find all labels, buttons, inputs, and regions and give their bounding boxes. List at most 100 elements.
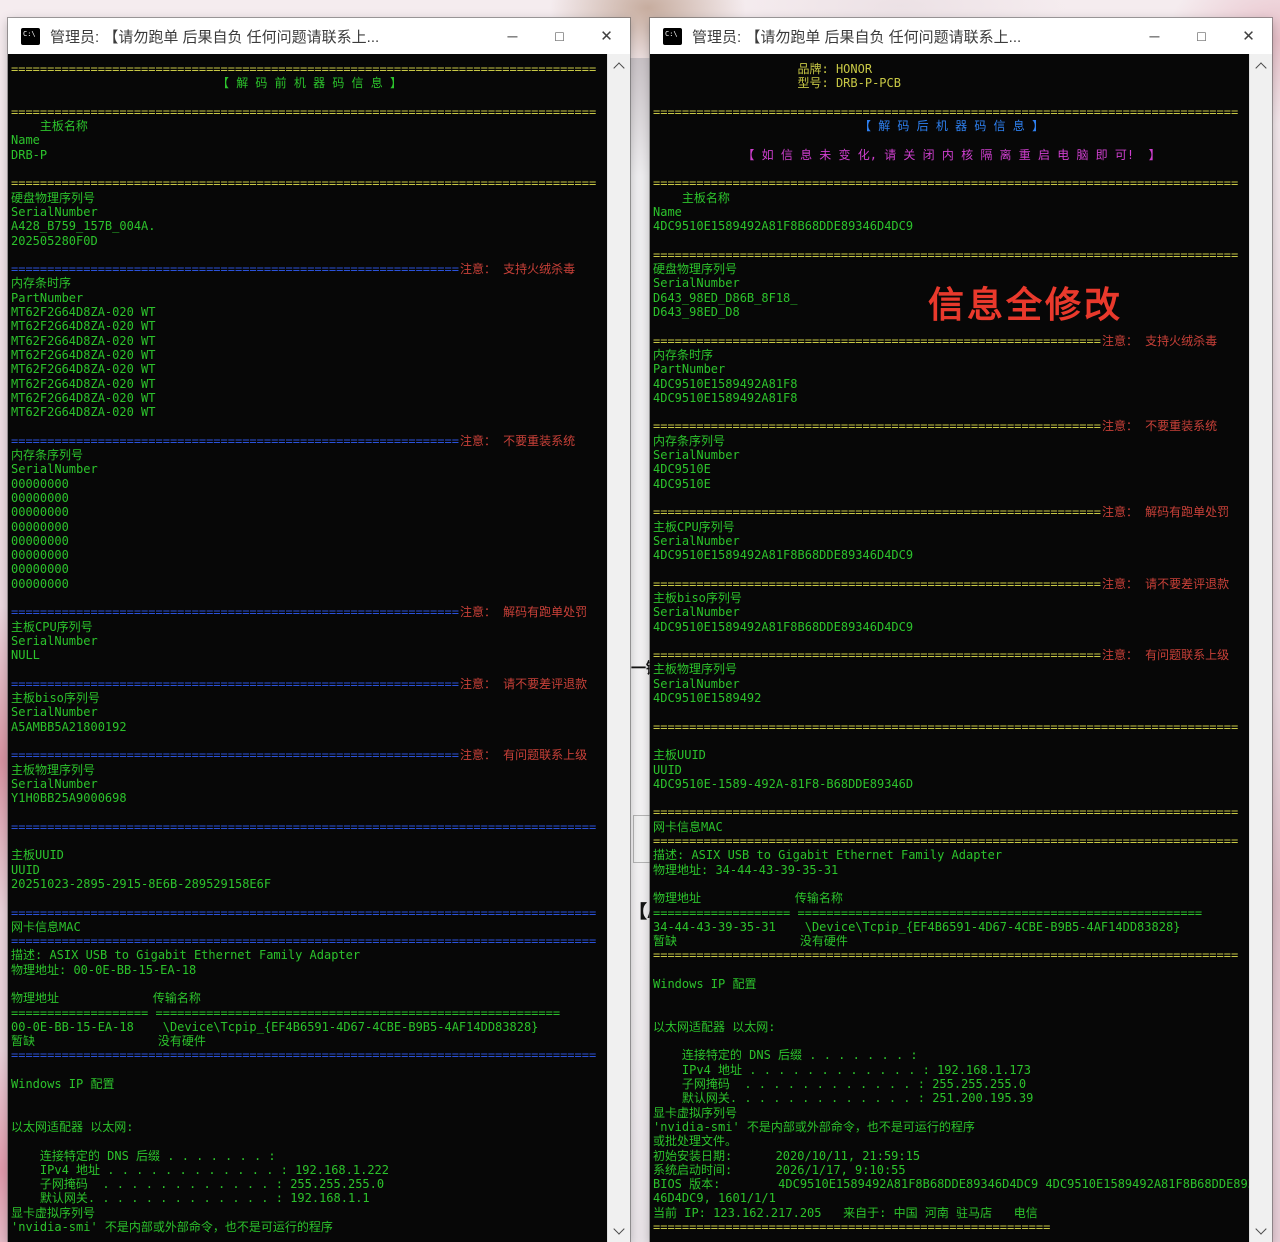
terminal-line: 34-44-43-39-35-31 \Device\Tcpip_{EF4B659… xyxy=(653,920,1250,934)
terminal-line: ========================================… xyxy=(653,248,1250,262)
chevron-up-icon xyxy=(613,62,624,73)
terminal-line xyxy=(11,248,608,262)
terminal-line: 4DC9510E xyxy=(653,477,1250,491)
terminal-line: ========================================… xyxy=(653,577,1250,591)
scroll-down-button[interactable] xyxy=(608,1221,630,1240)
terminal-line: ========================================… xyxy=(653,1220,1250,1234)
cmd-window-after-decode: C:\ 管理员: 【请勿跑单 后果自负 任何问题请联系上... ─ □ ✕ 品牌… xyxy=(650,18,1272,1242)
terminal-output-left[interactable]: ========================================… xyxy=(8,54,608,1242)
scroll-down-button[interactable] xyxy=(1250,1221,1272,1240)
terminal-line xyxy=(653,791,1250,805)
terminal-line: ========================================… xyxy=(11,748,608,762)
terminal-line: 物理地址: 34-44-43-39-35-31 xyxy=(653,863,1250,877)
warning-note: 注意： 不要重装系统 xyxy=(1102,419,1217,433)
minimize-button[interactable]: ─ xyxy=(1131,18,1178,54)
terminal-line: 网卡信息MAC xyxy=(653,820,1250,834)
terminal-line xyxy=(653,963,1250,977)
terminal-line: BIOS 版本: 4DC9510E1589492A81F8B68DDE89346… xyxy=(653,1177,1250,1191)
terminal-line: ========================================… xyxy=(11,820,608,834)
maximize-button[interactable]: □ xyxy=(536,18,583,54)
terminal-line: SerialNumber xyxy=(653,677,1250,691)
terminal-line: 描述: ASIX USB to Gigabit Ethernet Family … xyxy=(653,848,1250,862)
terminal-line: 默认网关. . . . . . . . . . . . . : 192.168.… xyxy=(11,1191,608,1205)
close-button[interactable]: ✕ xyxy=(1225,18,1272,54)
cmd-icon[interactable]: C:\ xyxy=(663,28,682,45)
background-window-strip xyxy=(630,58,652,1242)
terminal-line: 主板名称 xyxy=(653,191,1250,205)
terminal-line: ========================================… xyxy=(11,677,608,691)
terminal-line xyxy=(11,91,608,105)
terminal-line: 连接特定的 DNS 后缀 . . . . . . . : xyxy=(11,1149,608,1163)
warning-note: 注意： 请不要差评退款 xyxy=(1102,577,1229,591)
terminal-line: 内存条时序 xyxy=(11,276,608,290)
terminal-line: SerialNumber xyxy=(653,605,1250,619)
terminal-line: SerialNumber xyxy=(11,634,608,648)
terminal-line: 内存条序列号 xyxy=(11,448,608,462)
terminal-line xyxy=(11,977,608,991)
titlebar[interactable]: C:\ 管理员: 【请勿跑单 后果自负 任何问题请联系上... ─ □ ✕ xyxy=(650,18,1272,54)
chevron-down-icon xyxy=(1255,1223,1266,1234)
terminal-line: 00000000 xyxy=(11,505,608,519)
terminal-line: 显卡虚拟序列号 xyxy=(11,1206,608,1220)
terminal-line: SerialNumber xyxy=(11,777,608,791)
window-title: 管理员: 【请勿跑单 后果自负 任何问题请联系上... xyxy=(692,26,1131,47)
terminal-line xyxy=(11,734,608,748)
terminal-line xyxy=(11,1091,608,1105)
terminal-line: 连接特定的 DNS 后缀 . . . . . . . : xyxy=(653,1048,1250,1062)
terminal-line: 子网掩码 . . . . . . . . . . . . : 255.255.2… xyxy=(653,1077,1250,1091)
warning-note: 注意： 支持火绒杀毒 xyxy=(460,262,575,276)
terminal-line xyxy=(11,891,608,905)
terminal-line: 主板CPU序列号 xyxy=(11,620,608,634)
terminal-line: 4DC9510E1589492A81F8B68DDE89346D4DC9 xyxy=(653,219,1250,233)
terminal-output-right[interactable]: 品牌: HONOR 型号: DRB-P-PCB ================… xyxy=(650,54,1250,1242)
warning-note: 注意： 有问题联系上级 xyxy=(1102,648,1229,662)
terminal-line: 202505280F0D xyxy=(11,234,608,248)
terminal-line xyxy=(653,877,1250,891)
scrollbar-right[interactable] xyxy=(1249,54,1272,1242)
terminal-line: MT62F2G64D8ZA-020 WT xyxy=(11,319,608,333)
terminal-line xyxy=(11,1106,608,1120)
terminal-line: ========================================… xyxy=(653,419,1250,433)
terminal-line xyxy=(653,405,1250,419)
close-button[interactable]: ✕ xyxy=(583,18,630,54)
terminal-line: 主板UUID xyxy=(11,848,608,862)
annotation-info-all-modified: 信息全修改 xyxy=(928,276,1123,328)
terminal-line: 暂缺 没有硬件 xyxy=(653,934,1250,948)
titlebar[interactable]: C:\ 管理员: 【请勿跑单 后果自负 任何问题请联系上... ─ □ ✕ xyxy=(8,18,630,54)
terminal-line: =================== ====================… xyxy=(653,906,1250,920)
terminal-line: SerialNumber xyxy=(11,462,608,476)
terminal-line: 或批处理文件。 xyxy=(653,1134,1250,1148)
terminal-line: IPv4 地址 . . . . . . . . . . . . : 192.16… xyxy=(653,1063,1250,1077)
terminal-line xyxy=(653,634,1250,648)
terminal-line xyxy=(653,133,1250,147)
scroll-up-button[interactable] xyxy=(608,56,630,75)
terminal-line xyxy=(653,234,1250,248)
terminal-line: 以太网适配器 以太网: xyxy=(653,1020,1250,1034)
terminal-line: DRB-P xyxy=(11,148,608,162)
terminal-line: Name xyxy=(653,205,1250,219)
maximize-button[interactable]: □ xyxy=(1178,18,1225,54)
terminal-line: MT62F2G64D8ZA-020 WT xyxy=(11,362,608,376)
terminal-line: 暂缺 没有硬件 xyxy=(11,1034,608,1048)
terminal-line: 品牌: HONOR xyxy=(653,62,1250,76)
terminal-line: ========================================… xyxy=(11,176,608,190)
minimize-button[interactable]: ─ xyxy=(489,18,536,54)
terminal-line: ========================================… xyxy=(11,934,608,948)
terminal-line: ========================================… xyxy=(11,1048,608,1062)
cmd-icon[interactable]: C:\ xyxy=(21,28,40,45)
terminal-line: Name xyxy=(11,133,608,147)
scroll-up-button[interactable] xyxy=(1250,56,1272,75)
terminal-line xyxy=(653,705,1250,719)
terminal-line: ========================================… xyxy=(11,262,608,276)
terminal-line: ========================================… xyxy=(653,948,1250,962)
terminal-line xyxy=(653,162,1250,176)
scrollbar-left[interactable] xyxy=(607,54,630,1242)
terminal-line: PartNumber xyxy=(653,362,1250,376)
terminal-line xyxy=(653,734,1250,748)
terminal-line: 显卡虚拟序列号 xyxy=(653,1106,1250,1120)
terminal-line: UUID xyxy=(11,863,608,877)
terminal-line: 子网掩码 . . . . . . . . . . . . : 255.255.2… xyxy=(11,1177,608,1191)
terminal-line: ========================================… xyxy=(653,648,1250,662)
terminal-line: 硬盘物理序列号 xyxy=(653,262,1250,276)
terminal-line: MT62F2G64D8ZA-020 WT xyxy=(11,377,608,391)
